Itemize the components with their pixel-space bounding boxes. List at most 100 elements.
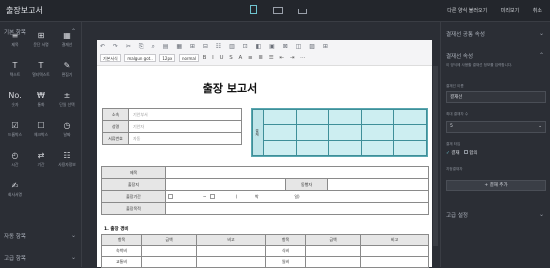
- palette-item[interactable]: ☑ 드롭박스: [2, 120, 28, 144]
- approval-type-label: 결재 타입: [446, 142, 461, 146]
- destination-field[interactable]: [165, 178, 286, 191]
- palette-item[interactable]: ⊞ 문단 서명: [28, 30, 54, 54]
- palette-item-icon: ⊞: [37, 31, 45, 40]
- approval-type-options: ✓ 결재 합의: [446, 150, 478, 156]
- max-approvers-select[interactable]: 5 ⌄: [446, 121, 546, 133]
- close-button[interactable]: 취소: [533, 8, 542, 14]
- palette-item-label: 드롭박스: [8, 132, 22, 137]
- approval-name-input[interactable]: 결재선: [446, 91, 546, 103]
- period-field[interactable]: ~ ( 박 일): [165, 190, 429, 203]
- palette-item-icon: T: [38, 61, 44, 70]
- canvas-scrollbar[interactable]: [433, 66, 438, 246]
- palette-item[interactable]: ☐ 체크박스: [28, 120, 54, 144]
- approval-common-header[interactable]: 결재선 공통 속성 ⌄: [446, 30, 546, 38]
- checkbox-icon[interactable]: [463, 150, 468, 154]
- document-title[interactable]: 출장 보고서: [170, 80, 290, 96]
- palette-item[interactable]: ✍ 회사서명: [2, 180, 28, 204]
- palette-item[interactable]: ₩ 통화: [28, 90, 54, 114]
- period-label: 출장기간: [101, 190, 166, 203]
- subject-field[interactable]: [165, 166, 429, 179]
- palette-item-label: 단일 선택: [59, 102, 75, 107]
- approval-props-header[interactable]: 결재선 속성 ⌃: [446, 52, 546, 60]
- advanced-settings-header[interactable]: 고급 설정 ⌄: [446, 211, 546, 219]
- monitor-icon[interactable]: [272, 7, 283, 14]
- palette-item-label: 기간: [37, 162, 45, 167]
- subject-label: 제목: [101, 166, 166, 179]
- palette-item[interactable]: ⇄ 기간: [28, 150, 54, 174]
- purpose-label: 출장목적: [101, 202, 166, 215]
- approval-help-text: 이 양식에 사용할 결재선 정보를 입력합니다.: [446, 63, 513, 67]
- advanced-items-header[interactable]: 고급 항목 ⌄: [4, 254, 82, 262]
- author-info-table: 소속 기안부서 성명 기안자 서류번호 자동: [102, 108, 242, 145]
- approval-side-label: 결재: [252, 109, 264, 156]
- paragraph-style-select[interactable]: 기본서식: [100, 54, 121, 62]
- expense-header: 항목: [101, 234, 142, 246]
- add-approver-button[interactable]: + 결재 추가: [446, 180, 546, 191]
- load-other-form-button[interactable]: 다른 양식 불러오기: [447, 8, 487, 14]
- expense-table: 항목 금액 비고 항목 금액 비고 숙박비 식비 교통비 일비: [101, 234, 429, 268]
- info-value[interactable]: 자동: [128, 132, 242, 145]
- name-label: 결재선 이름: [446, 84, 464, 88]
- palette-item[interactable]: ◴ 시간: [2, 150, 28, 174]
- palette-item-label: 체크박스: [34, 132, 48, 137]
- info-value[interactable]: 기안자: [128, 120, 242, 133]
- chevron-down-icon: ⌄: [70, 232, 76, 239]
- toolbar-icons-row[interactable]: ↶ ↷ ✂ ⎘ ⌕ ▤ ▦ ⊞ ⊟ ☷ ▥ ⊡ ◧ ▣ ⊠ ◫ ▨ ⊞: [100, 43, 331, 51]
- palette-item-icon: ⇄: [37, 151, 45, 160]
- chevron-down-icon: ⌄: [538, 30, 544, 37]
- palette-item[interactable]: ± 단일 선택: [54, 90, 80, 114]
- chevron-down-icon: ⌄: [538, 124, 542, 129]
- formatting-buttons[interactable]: B I U S A ≡ ≣ ☰ ⇤ ⇥ ⋯: [203, 55, 308, 61]
- palette-item[interactable]: ≡ 제목: [2, 30, 28, 54]
- device-switcher: [250, 5, 321, 16]
- checkmark-icon[interactable]: ✓: [446, 151, 450, 156]
- info-value[interactable]: 기안부서: [128, 108, 242, 121]
- expense-section-title: 1. 출장 경비: [104, 227, 129, 232]
- approval-line-block[interactable]: 결재: [251, 108, 428, 157]
- palette-item[interactable]: ✎ 편집기: [54, 60, 80, 84]
- palette-item-icon: No.: [8, 91, 22, 100]
- palette-item-icon: ☑: [11, 121, 19, 130]
- palette-item-label: 결재선: [61, 42, 73, 47]
- font-style-select[interactable]: normal: [178, 54, 199, 62]
- left-palette: [0, 22, 82, 267]
- expense-item: 식비: [265, 245, 306, 257]
- palette-item-icon: ≡: [11, 31, 19, 40]
- chevron-down-icon: ⌄: [70, 254, 76, 261]
- palette-item-label: 사용자정보: [58, 162, 76, 167]
- purpose-field[interactable]: [165, 202, 429, 215]
- calendar-icon[interactable]: [168, 194, 173, 199]
- max-approvers-label: 최대 결재자 수: [446, 112, 469, 116]
- font-size-select[interactable]: 12px: [159, 54, 176, 62]
- chevron-down-icon: ⌄: [538, 211, 544, 218]
- print-icon[interactable]: [298, 9, 308, 14]
- palette-item-icon: ◴: [11, 151, 19, 160]
- expense-header: 비고: [196, 234, 266, 246]
- palette-item-label: 통화: [37, 102, 45, 107]
- destination-label: 출장지: [101, 178, 166, 191]
- expense-item: 숙박비: [101, 245, 142, 257]
- preview-button[interactable]: 미리보기: [501, 8, 519, 14]
- palette-item[interactable]: ◷ 날짜: [54, 120, 80, 144]
- companion-field[interactable]: [327, 178, 429, 191]
- palette-item[interactable]: ☷ 사용자정보: [54, 150, 80, 174]
- palette-item-label: 제목: [11, 42, 19, 47]
- font-family-select[interactable]: malgun got..: [124, 54, 156, 62]
- info-label: 성명: [102, 120, 129, 133]
- palette-item[interactable]: T 멀티텍스트: [28, 60, 54, 84]
- auto-items-header[interactable]: 자동 항목 ⌄: [4, 232, 82, 240]
- palette-item-icon: ✎: [63, 61, 71, 70]
- info-label: 서류번호: [102, 132, 129, 145]
- palette-item-icon: ₩: [37, 91, 45, 100]
- palette-item[interactable]: T 텍스트: [2, 60, 28, 84]
- chevron-up-icon: ⌃: [538, 52, 544, 59]
- topbar-actions: 다른 양식 불러오기 미리보기 취소: [435, 7, 542, 14]
- expense-header: 항목: [265, 234, 306, 246]
- palette-item[interactable]: ▦ 결재선: [54, 30, 80, 54]
- calendar-icon[interactable]: [209, 194, 215, 199]
- palette-item-icon: ☐: [37, 121, 45, 130]
- palette-item-label: 멀티텍스트: [32, 72, 50, 77]
- palette-item[interactable]: No. 숫자: [2, 90, 28, 114]
- palette-item-icon: ◷: [63, 121, 71, 130]
- tablet-icon[interactable]: [250, 5, 257, 14]
